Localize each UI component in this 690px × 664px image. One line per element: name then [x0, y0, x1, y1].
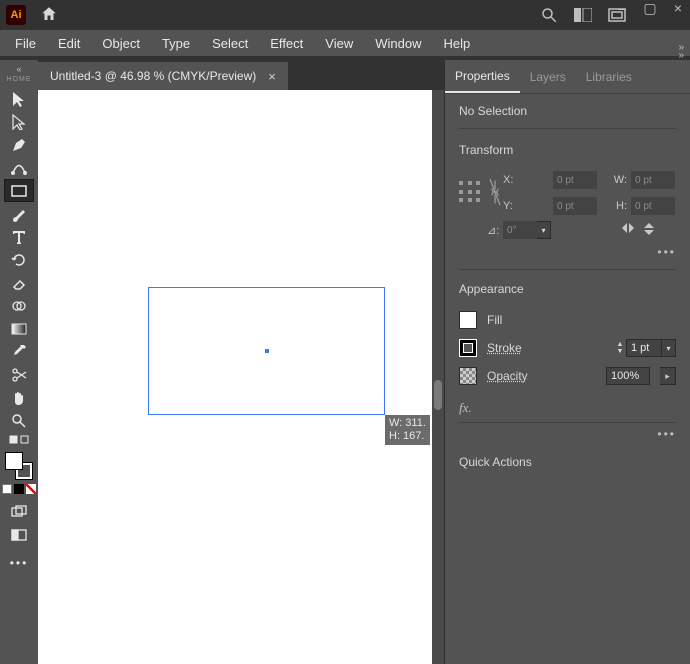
document-area: Untitled-3 @ 46.98 % (CMYK/Preview) × W:… [38, 60, 444, 664]
transform-title: Transform [459, 143, 676, 157]
curvature-tool[interactable] [4, 156, 34, 179]
rectangle-tool[interactable] [4, 179, 34, 202]
document-tab-title: Untitled-3 @ 46.98 % (CMYK/Preview) [50, 69, 256, 83]
constrain-proportions-icon[interactable] [487, 177, 503, 210]
stroke-weight-dropdown-icon[interactable]: ▾ [662, 339, 676, 357]
window-maximize-button[interactable]: ▢ [642, 0, 658, 17]
menu-view[interactable]: View [316, 33, 362, 54]
toolbox-collapse-icon[interactable]: « [16, 64, 21, 74]
collapse-panel-icon[interactable]: » [678, 50, 684, 61]
close-tab-icon[interactable]: × [268, 69, 276, 84]
opacity-label[interactable]: Opacity [487, 369, 528, 383]
drawn-rectangle[interactable] [148, 287, 385, 415]
h-label: H: [581, 200, 631, 212]
menu-type[interactable]: Type [153, 33, 199, 54]
scroll-thumb[interactable] [434, 380, 442, 410]
angle-field[interactable]: 0° [503, 221, 537, 239]
toggle-fill-stroke-icon[interactable] [4, 432, 34, 448]
type-tool[interactable] [4, 225, 34, 248]
title-bar: Ai – ▢ × [0, 0, 690, 30]
document-tab[interactable]: Untitled-3 @ 46.98 % (CMYK/Preview) × [38, 62, 288, 90]
fill-stroke-color-control[interactable] [5, 452, 33, 480]
menu-bar: File Edit Object Type Select Effect View… [0, 30, 690, 56]
drawing-mode-icon[interactable] [4, 500, 34, 523]
transform-panel-menu-icon[interactable]: ••• [459, 241, 676, 270]
menu-help[interactable]: Help [434, 33, 479, 54]
canvas-viewport[interactable]: W: 311. H: 167. [38, 90, 444, 664]
right-panel: » Properties Layers Libraries No Selecti… [444, 60, 690, 664]
arrange-documents-icon[interactable] [574, 8, 592, 22]
menu-effect[interactable]: Effect [261, 33, 312, 54]
paintbrush-tool[interactable] [4, 202, 34, 225]
w-label: W: [581, 174, 631, 186]
tab-layers[interactable]: Layers [520, 60, 576, 93]
hand-tool[interactable] [4, 386, 34, 409]
menu-window[interactable]: Window [366, 33, 430, 54]
window-close-button[interactable]: × [670, 0, 686, 17]
color-mode-none-icon[interactable] [26, 484, 36, 494]
selection-tool[interactable] [4, 87, 34, 110]
window-minimize-button[interactable]: – [614, 0, 630, 17]
shape-builder-tool[interactable] [4, 294, 34, 317]
y-label: Y: [503, 200, 553, 212]
x-label: X: [503, 174, 553, 186]
quick-actions-title: Quick Actions [459, 455, 676, 469]
w-field[interactable]: 0 pt [631, 171, 675, 189]
angle-label: ⊿: [487, 224, 503, 237]
flip-vertical-icon[interactable] [643, 222, 655, 239]
menu-edit[interactable]: Edit [49, 33, 89, 54]
toolbox-home-label: HOME [7, 76, 32, 83]
scissors-tool[interactable] [4, 363, 34, 386]
appearance-title: Appearance [459, 282, 676, 296]
color-mode-gradient-icon[interactable] [14, 484, 24, 494]
appearance-panel-menu-icon[interactable]: ••• [459, 423, 676, 451]
opacity-popup-icon[interactable]: ▸ [660, 367, 676, 385]
gradient-tool[interactable] [4, 317, 34, 340]
h-field[interactable]: 0 pt [631, 197, 675, 215]
artboard[interactable]: W: 311. H: 167. [38, 90, 432, 664]
dimension-tooltip: W: 311. H: 167. [385, 415, 430, 445]
direct-selection-tool[interactable] [4, 110, 34, 133]
app-icon: Ai [6, 5, 26, 25]
eyedropper-tool[interactable] [4, 340, 34, 363]
stroke-swatch[interactable] [459, 339, 477, 357]
fill-color-swatch[interactable] [5, 452, 23, 470]
opacity-field[interactable]: 100% [606, 367, 650, 385]
document-tabs: Untitled-3 @ 46.98 % (CMYK/Preview) × [38, 60, 444, 90]
eraser-tool[interactable] [4, 271, 34, 294]
stroke-weight-field[interactable]: 1 pt [626, 339, 662, 357]
edit-toolbar-button[interactable]: ••• [10, 556, 29, 570]
flip-horizontal-icon[interactable] [621, 222, 635, 239]
tab-properties[interactable]: Properties [445, 60, 520, 93]
selection-center-point-icon [265, 349, 269, 353]
reference-point-control[interactable] [459, 181, 487, 205]
menu-select[interactable]: Select [203, 33, 257, 54]
selection-status: No Selection [459, 104, 676, 129]
vertical-scrollbar[interactable] [432, 90, 444, 664]
fx-button[interactable]: fx. [459, 390, 676, 423]
menu-file[interactable]: File [6, 33, 45, 54]
tab-libraries[interactable]: Libraries [576, 60, 642, 93]
angle-dropdown-icon[interactable]: ▾ [537, 221, 551, 239]
screen-mode-tool-icon[interactable] [4, 523, 34, 546]
zoom-tool[interactable] [4, 409, 34, 432]
fill-label: Fill [487, 313, 502, 327]
fill-swatch[interactable] [459, 311, 477, 329]
color-mode-color-icon[interactable] [2, 484, 12, 494]
transform-section: X: 0 pt W: 0 pt Y: 0 pt H: 0 pt ⊿: 0°▾ [459, 167, 676, 241]
search-icon[interactable] [540, 6, 558, 24]
home-icon[interactable] [40, 5, 58, 26]
opacity-swatch[interactable] [459, 367, 477, 385]
rotate-tool[interactable] [4, 248, 34, 271]
pen-tool[interactable] [4, 133, 34, 156]
menu-object[interactable]: Object [93, 33, 149, 54]
toolbox: « HOME ••• [0, 60, 38, 664]
stroke-weight-stepper[interactable]: ▲▼ [614, 341, 626, 355]
stroke-label[interactable]: Stroke [487, 341, 522, 355]
